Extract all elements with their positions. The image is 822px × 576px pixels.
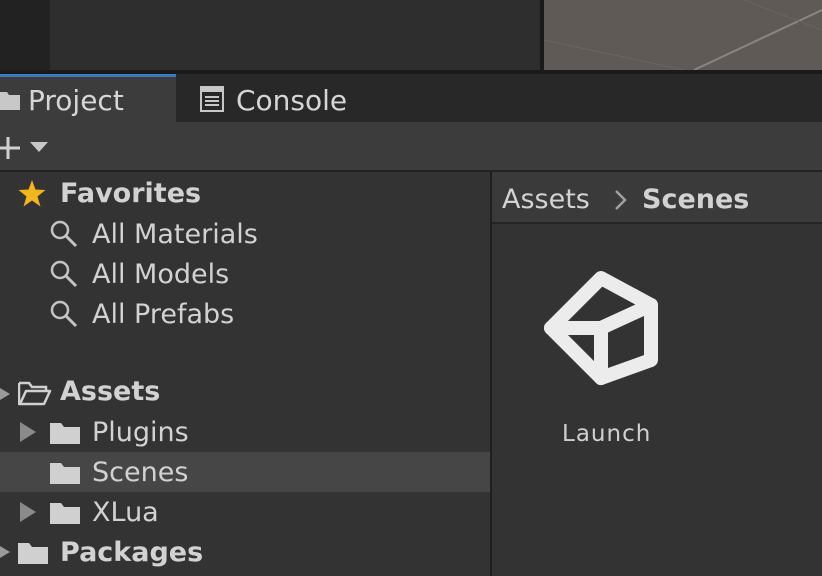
chevron-right-icon	[615, 190, 627, 210]
asset-label-launch: Launch	[562, 421, 652, 447]
folder-icon	[50, 423, 80, 444]
folder-item-xlua[interactable]: XLua	[92, 499, 159, 526]
top-left-panel	[0, 0, 50, 70]
breadcrumb-assets[interactable]: Assets	[502, 186, 590, 213]
folder-icon	[50, 463, 80, 484]
expand-arrow-icon[interactable]	[20, 502, 36, 522]
unity-scene-icon	[544, 271, 658, 385]
hierarchy-panel-edge	[50, 0, 540, 70]
active-tab-indicator	[0, 74, 176, 77]
search-icon	[50, 300, 78, 328]
breadcrumb-scenes[interactable]: Scenes	[642, 186, 749, 213]
expand-arrow-icon[interactable]	[0, 546, 10, 558]
scene-grid	[544, 0, 822, 70]
search-icon	[50, 260, 78, 288]
folder-open-icon	[18, 381, 52, 406]
star-icon	[18, 180, 46, 207]
folder-icon	[50, 503, 80, 524]
favorite-item-all-models[interactable]: All Models	[92, 261, 229, 288]
plus-icon[interactable]	[0, 136, 22, 160]
assets-label[interactable]: Assets	[60, 378, 160, 405]
tab-project-label: Project	[28, 84, 124, 117]
packages-label[interactable]: Packages	[60, 539, 203, 566]
favorite-item-all-materials[interactable]: All Materials	[92, 221, 258, 248]
caret-down-icon[interactable]	[30, 141, 48, 153]
scene-view[interactable]	[544, 0, 822, 70]
folder-icon	[18, 543, 48, 564]
expand-arrow-icon[interactable]	[20, 422, 36, 442]
console-icon	[200, 86, 224, 112]
tab-console-label: Console	[236, 84, 348, 117]
project-toolbar	[0, 122, 822, 172]
folder-item-plugins[interactable]: Plugins	[92, 419, 189, 446]
favorite-item-all-prefabs[interactable]: All Prefabs	[92, 301, 234, 328]
favorites-label[interactable]: Favorites	[60, 180, 201, 207]
folder-icon	[0, 92, 20, 110]
search-icon	[50, 220, 78, 248]
expand-arrow-icon[interactable]	[0, 388, 10, 400]
folder-item-scenes[interactable]: Scenes	[92, 459, 188, 486]
